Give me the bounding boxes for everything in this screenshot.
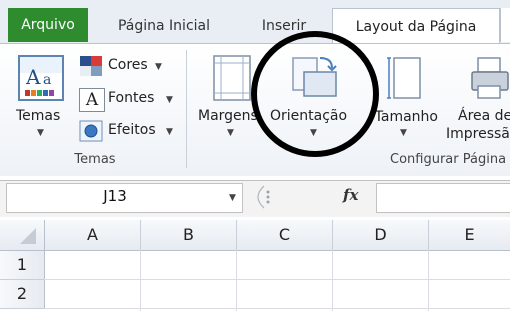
svg-text:a: a <box>43 72 51 88</box>
name-box-dropdown-icon[interactable]: ▼ <box>229 193 236 203</box>
size-icon[interactable] <box>386 54 422 102</box>
fonts-dropdown-icon[interactable]: ▼ <box>166 95 173 105</box>
print-area-label-2[interactable]: Impressão <box>446 126 510 142</box>
themes-button-label[interactable]: Temas <box>16 108 60 124</box>
group-divider <box>186 50 187 168</box>
page-setup-group-label: Configurar Página <box>390 152 507 167</box>
insert-function-icon[interactable]: fx <box>343 186 358 204</box>
column-header-d[interactable]: D <box>333 220 429 251</box>
themes-group-label: Temas <box>74 152 116 167</box>
fonts-label[interactable]: Fontes <box>108 90 154 106</box>
svg-text:A: A <box>25 65 41 89</box>
formula-input[interactable] <box>376 183 510 213</box>
row-header-1[interactable]: 1 <box>0 251 45 280</box>
row-2-cells[interactable] <box>44 280 510 309</box>
effects-icon[interactable] <box>79 120 103 142</box>
tab-overflow <box>500 8 510 42</box>
size-dropdown-icon[interactable]: ▼ <box>400 128 407 138</box>
column-header-a[interactable]: A <box>45 220 141 251</box>
column-header-c[interactable]: C <box>237 220 333 251</box>
size-label[interactable]: Tamanho <box>375 109 438 125</box>
margins-dropdown-icon[interactable]: ▼ <box>227 128 234 138</box>
name-box-value[interactable]: J13 <box>70 187 160 205</box>
formula-bar-resize-handle[interactable] <box>244 183 284 211</box>
colors-icon[interactable] <box>79 55 103 77</box>
fonts-icon[interactable]: A <box>79 88 105 112</box>
tab-file[interactable]: Arquivo <box>8 8 88 42</box>
highlight-circle <box>251 31 379 157</box>
tab-home[interactable]: Página Inicial <box>106 8 222 42</box>
margins-icon[interactable] <box>212 54 252 102</box>
themes-icon[interactable]: A a <box>17 54 65 102</box>
row-header-2[interactable]: 2 <box>0 280 45 309</box>
colors-dropdown-icon[interactable]: ▼ <box>155 62 162 72</box>
print-area-icon[interactable] <box>470 54 510 102</box>
print-area-label[interactable]: Área de <box>458 108 510 124</box>
effects-dropdown-icon[interactable]: ▼ <box>166 127 173 137</box>
themes-dropdown-icon[interactable]: ▼ <box>37 128 44 138</box>
select-all-corner[interactable] <box>0 220 45 251</box>
column-header-e[interactable]: E <box>429 220 510 251</box>
gridline <box>428 250 429 311</box>
gridline <box>140 250 141 311</box>
effects-label[interactable]: Efeitos <box>108 122 156 138</box>
gridline <box>236 250 237 311</box>
row-1-cells[interactable] <box>44 251 510 280</box>
gridline <box>332 250 333 311</box>
column-header-b[interactable]: B <box>141 220 237 251</box>
colors-label[interactable]: Cores <box>108 57 148 73</box>
